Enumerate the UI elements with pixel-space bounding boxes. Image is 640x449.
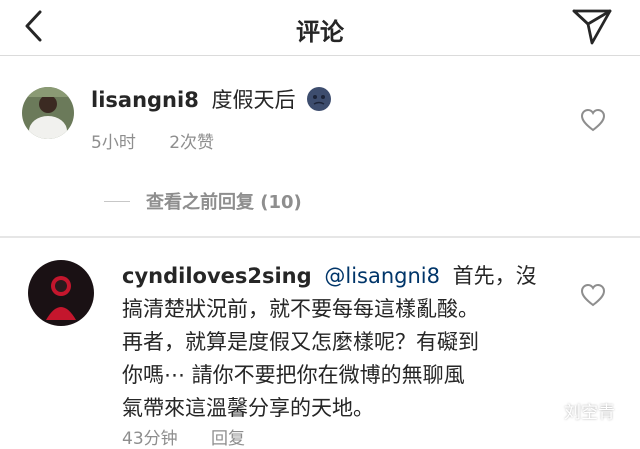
profile-photo-icon (28, 260, 94, 326)
comment-item: lisangni8 度假天后 5小时 2次赞 (0, 0, 640, 186)
comment-meta: 43分钟 回复 (122, 424, 273, 449)
avatar[interactable] (28, 260, 94, 326)
comment-time: 5小时 (91, 133, 136, 153)
comment-body: cyndiloves2sing @lisangni8 首先，沒 搞清楚狀況前，就… (122, 260, 562, 425)
heart-icon (580, 108, 606, 132)
comment-time: 43分钟 (122, 429, 178, 449)
comment-body: lisangni8 度假天后 (91, 84, 332, 117)
comment-text: 氣帶來這溫馨分享的天地。 (122, 396, 374, 420)
avatar[interactable] (22, 87, 74, 139)
cold-face-emoji-icon (307, 87, 332, 111)
profile-photo-icon (22, 87, 74, 139)
watermark-text: 刘空青 (564, 403, 615, 423)
comment-username[interactable]: cyndiloves2sing (122, 264, 312, 288)
comment-username[interactable]: lisangni8 (91, 88, 199, 112)
comment-text: 再者，就算是度假又怎麼樣呢？有礙到 (122, 330, 479, 354)
mention-link[interactable]: @lisangni8 (324, 264, 440, 288)
like-button[interactable] (580, 283, 606, 307)
comment-text: 搞清楚狀況前，就不要每每這樣亂酸。 (122, 297, 479, 321)
view-replies-label: 查看之前回复 (10) (146, 192, 302, 213)
divider-dash (104, 200, 130, 202)
reply-button[interactable]: 回复 (211, 429, 245, 449)
comment-text: 度假天后 (211, 88, 296, 112)
comment-text: 首先，沒 (452, 264, 537, 288)
comment-text: 你嗎⋯ 請你不要把你在微博的無聊風 (122, 363, 465, 387)
wechat-icon (534, 401, 558, 419)
view-previous-replies[interactable]: 查看之前回复 (10) (104, 186, 302, 216)
heart-icon (580, 283, 606, 307)
watermark: 刘空青 (534, 398, 615, 423)
comment-meta: 5小时 2次赞 (91, 128, 242, 153)
comment-likes[interactable]: 2次赞 (169, 133, 214, 153)
like-button[interactable] (580, 108, 606, 132)
